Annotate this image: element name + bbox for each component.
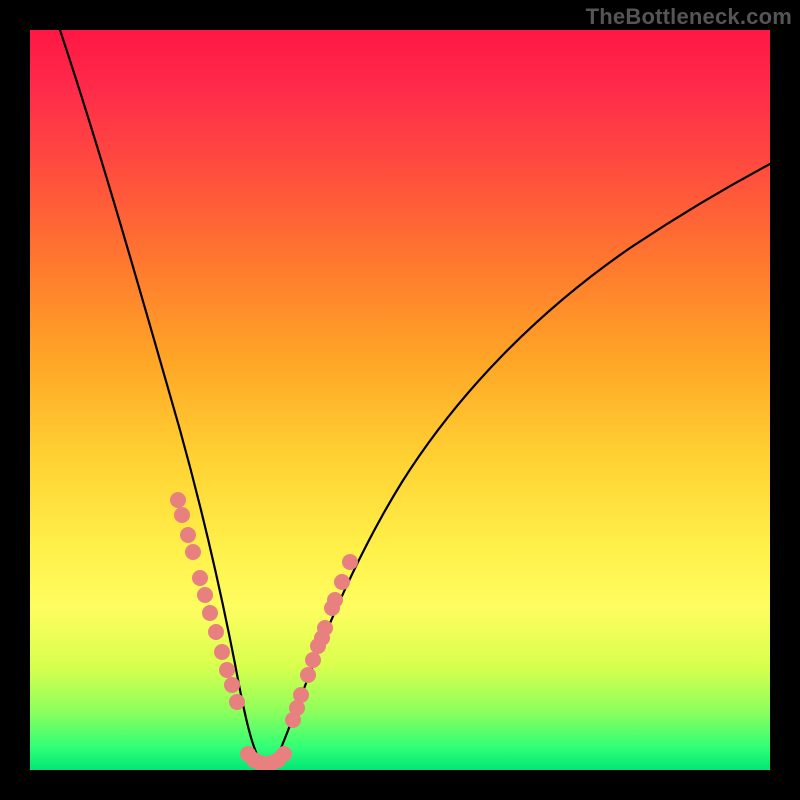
data-dot	[170, 492, 186, 508]
data-dot	[276, 746, 292, 762]
data-dot	[342, 554, 358, 570]
chart-plot-area	[30, 30, 770, 770]
data-dot	[180, 527, 196, 543]
chart-frame: TheBottleneck.com	[0, 0, 800, 800]
dot-cluster-right	[285, 554, 358, 728]
right-curve	[274, 164, 770, 764]
data-dot	[208, 624, 224, 640]
data-dot	[327, 592, 343, 608]
data-dot	[192, 570, 208, 586]
data-dot	[317, 620, 333, 636]
dot-cluster-bottom	[240, 746, 292, 770]
data-dot	[293, 687, 309, 703]
dot-cluster-left	[170, 492, 245, 710]
data-dot	[334, 574, 350, 590]
data-dot	[185, 544, 201, 560]
data-dot	[174, 507, 190, 523]
data-dot	[224, 677, 240, 693]
watermark-text: TheBottleneck.com	[586, 4, 792, 30]
data-dot	[197, 587, 213, 603]
data-dot	[300, 667, 316, 683]
data-dot	[219, 662, 235, 678]
chart-svg	[30, 30, 770, 770]
data-dot	[214, 644, 230, 660]
left-curve	[60, 30, 262, 764]
data-dot	[229, 694, 245, 710]
data-dot	[305, 652, 321, 668]
data-dot	[202, 605, 218, 621]
